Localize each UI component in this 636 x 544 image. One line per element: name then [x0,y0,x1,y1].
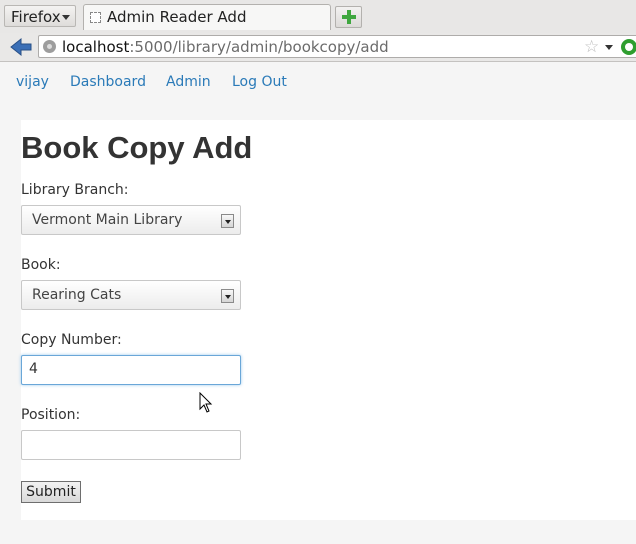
new-tab-button[interactable] [335,6,362,28]
branch-label: Library Branch: [21,182,129,198]
browser-tab[interactable]: Admin Reader Add [83,4,331,30]
plus-icon [342,10,356,24]
bookmark-star-icon[interactable]: ☆ [584,37,599,57]
url-history-dropdown-icon[interactable] [605,45,613,50]
position-input[interactable] [21,430,241,460]
branch-select[interactable]: Vermont Main Library [21,205,241,235]
tab-title: Admin Reader Add [107,8,247,26]
browser-titlebar: Firefox Admin Reader Add [0,0,636,34]
site-identity-icon[interactable] [43,40,56,53]
submit-button[interactable]: Submit [21,481,81,503]
page-title: Book Copy Add [21,130,253,165]
address-bar[interactable]: localhost:5000/library/admin/bookcopy/ad… [38,35,636,58]
url-host: localhost [62,38,130,56]
firefox-menu-label: Firefox [11,8,61,26]
mouse-cursor-icon [199,392,213,413]
nav-link-logout[interactable]: Log Out [232,74,287,90]
chevron-down-icon [221,289,234,303]
dropdown-arrow-icon [62,15,70,20]
form-card: Book Copy Add Library Branch: Vermont Ma… [21,120,636,520]
book-label: Book: [21,257,61,273]
reload-icon[interactable] [621,39,636,55]
nav-link-user[interactable]: vijay [16,74,49,90]
url-text[interactable]: localhost:5000/library/admin/bookcopy/ad… [62,38,389,56]
browser-navbar: localhost:5000/library/admin/bookcopy/ad… [0,33,636,62]
copy-number-label: Copy Number: [21,332,122,348]
firefox-menu-button[interactable]: Firefox [4,5,76,27]
copy-number-input[interactable]: 4 [21,355,241,385]
page-favicon-icon [90,12,101,23]
branch-select-value: Vermont Main Library [32,212,183,228]
chevron-down-icon [221,214,234,228]
url-path: :5000/library/admin/bookcopy/add [129,38,389,56]
nav-link-dashboard[interactable]: Dashboard [70,74,146,90]
book-select-value: Rearing Cats [32,287,122,303]
position-label: Position: [21,407,81,423]
back-button[interactable] [9,37,33,57]
book-select[interactable]: Rearing Cats [21,280,241,310]
page-content: vijay Dashboard Admin Log Out Book Copy … [0,62,636,544]
nav-link-admin[interactable]: Admin [166,74,211,90]
back-arrow-icon [10,37,32,57]
